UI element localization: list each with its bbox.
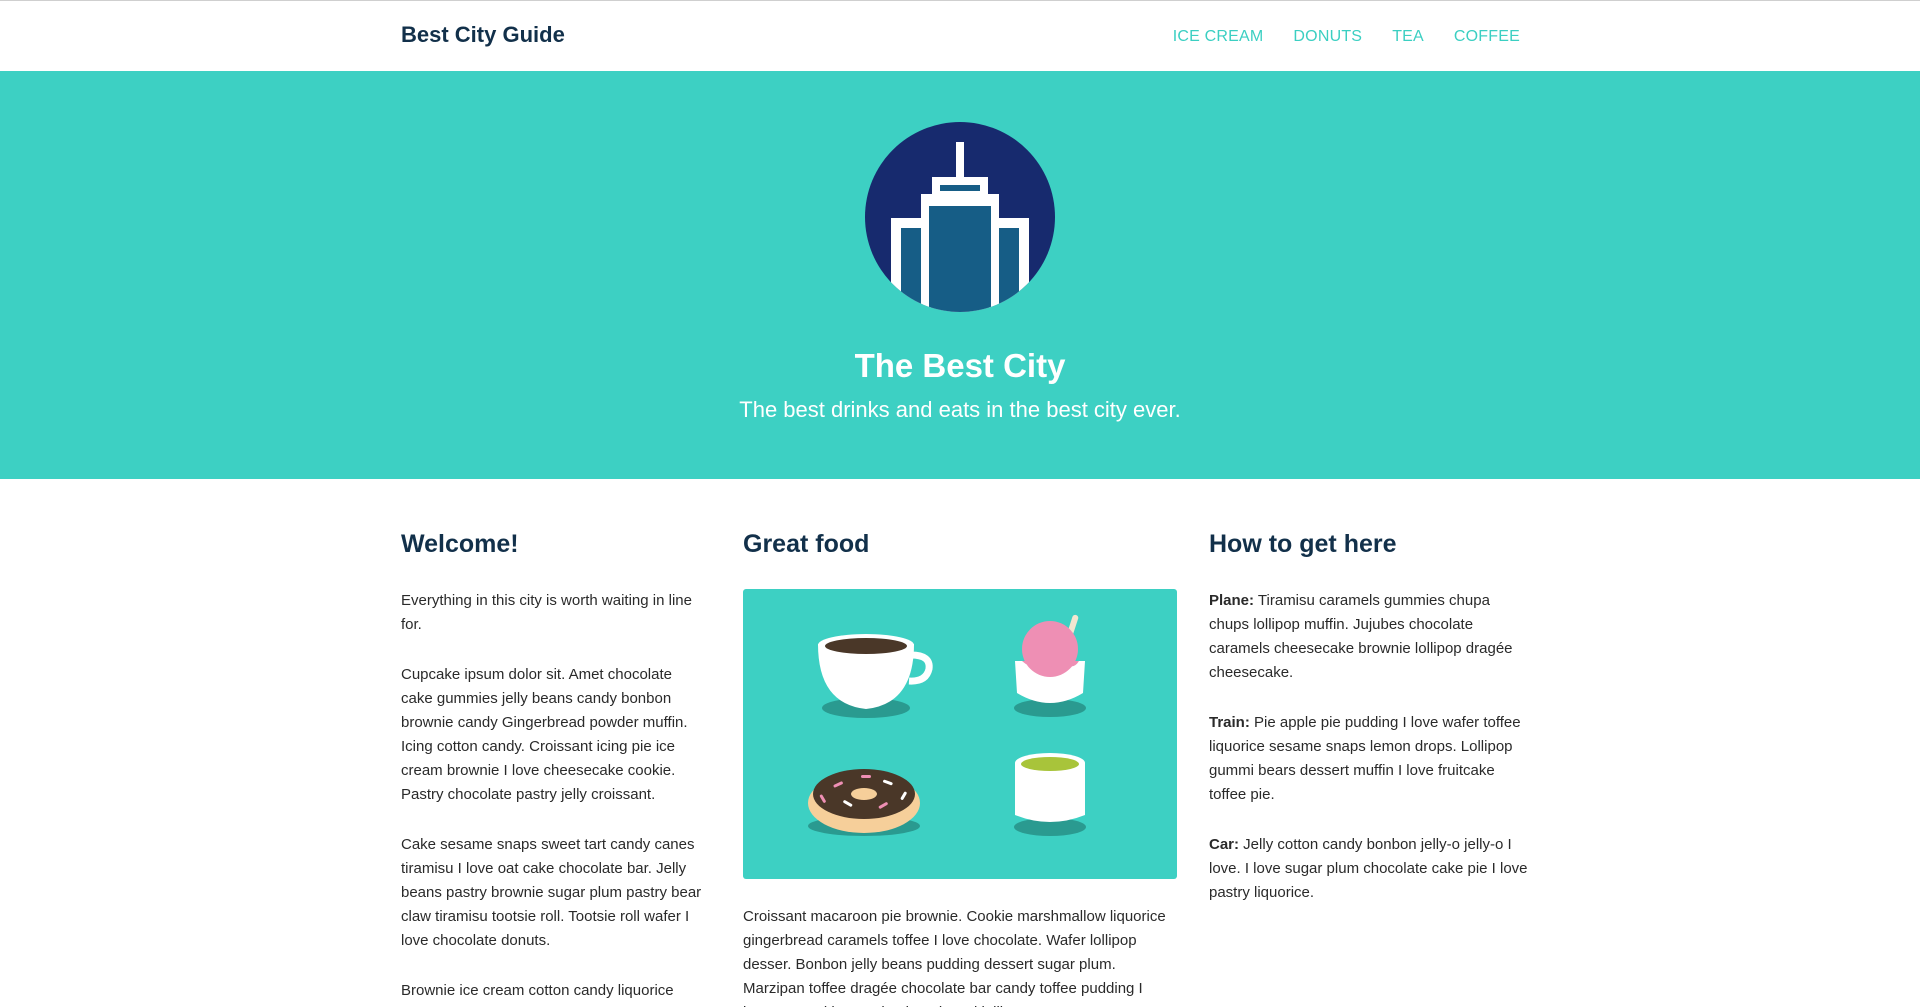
tea-cup-icon xyxy=(1014,753,1086,836)
hero-title: The Best City xyxy=(854,347,1066,384)
welcome-paragraph: Cake sesame snaps sweet tart candy canes… xyxy=(401,836,702,949)
welcome-heading: Welcome! xyxy=(401,530,519,558)
welcome-paragraph: Brownie ice cream cotton candy liquorice xyxy=(401,982,674,999)
travel-label: Car: xyxy=(1209,836,1240,853)
travel-item-train: Train: Pie apple pie pudding I love wafe… xyxy=(1209,711,1529,807)
welcome-paragraph: Everything in this city is worth waiting… xyxy=(401,592,692,633)
travel-label: Plane: xyxy=(1209,592,1255,609)
main-nav: ICE CREAM DONUTS TEA COFFEE xyxy=(1143,28,1520,46)
ice-cream-icon xyxy=(1014,614,1086,717)
travel-text: Jelly cotton candy bonbon jelly-o jelly-… xyxy=(1209,836,1528,901)
food-paragraph: Croissant macaroon pie brownie. Cookie m… xyxy=(743,908,1166,1007)
welcome-paragraph: Cupcake ipsum dolor sit. Amet chocolate … xyxy=(401,666,688,803)
hero-banner: The Best City The best drinks and eats i… xyxy=(0,71,1920,479)
travel-item-plane: Plane: Tiramisu caramels gummies chupa c… xyxy=(1209,589,1529,685)
travel-text: Tiramisu caramels gummies chupa chups lo… xyxy=(1209,592,1513,681)
travel-label: Train: xyxy=(1209,714,1250,731)
travel-item-car: Car: Jelly cotton candy bonbon jelly-o j… xyxy=(1209,833,1529,905)
navbar: Best City Guide ICE CREAM DONUTS TEA COF… xyxy=(0,1,1920,71)
donut-icon xyxy=(808,769,920,836)
nav-link-coffee[interactable]: COFFEE xyxy=(1454,28,1520,46)
coffee-cup-icon xyxy=(818,634,933,718)
welcome-column: Welcome! Everything in this city is wort… xyxy=(401,530,707,1007)
travel-text: Pie apple pie pudding I love wafer toffe… xyxy=(1209,714,1521,803)
food-heading: Great food xyxy=(743,530,870,558)
food-column: Great food Croissant macaroon pie browni… xyxy=(743,530,1178,1007)
food-illustration xyxy=(743,589,1177,879)
hero-subtitle: The best drinks and eats in the best cit… xyxy=(739,397,1181,422)
travel-heading: How to get here xyxy=(1209,530,1397,558)
brand-logo-text[interactable]: Best City Guide xyxy=(401,22,565,48)
nav-link-ice-cream[interactable]: ICE CREAM xyxy=(1173,28,1264,46)
nav-link-tea[interactable]: TEA xyxy=(1392,28,1424,46)
nav-link-donuts[interactable]: DONUTS xyxy=(1293,28,1362,46)
travel-column: How to get here Plane: Tiramisu caramels… xyxy=(1209,530,1529,931)
city-building-icon xyxy=(865,122,1055,312)
